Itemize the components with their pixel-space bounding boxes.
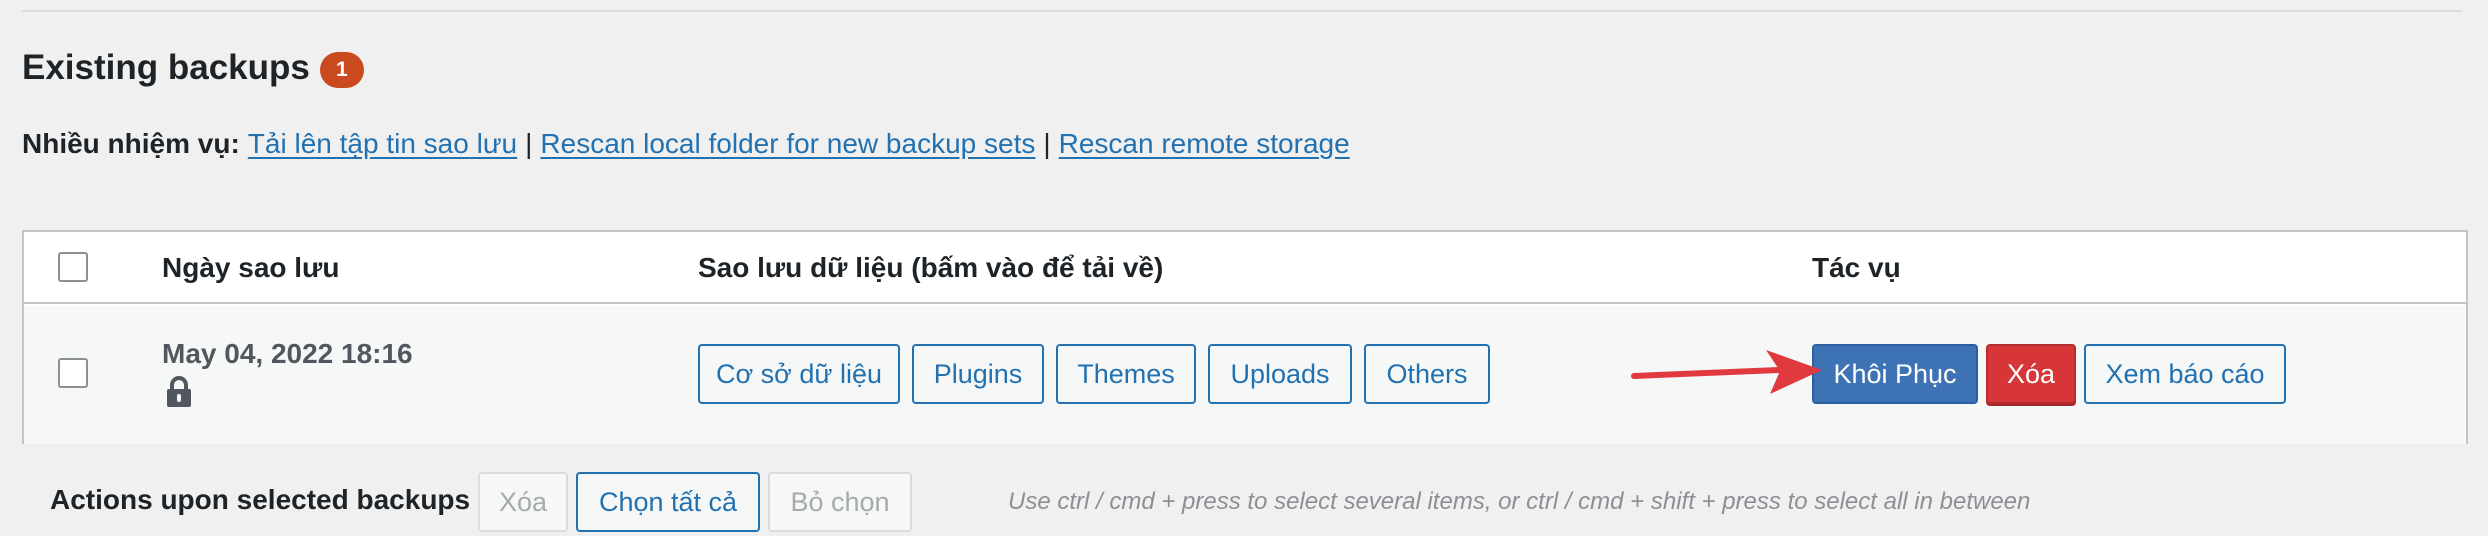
column-header-data: Sao lưu dữ liệu (bấm vào để tải về) bbox=[698, 252, 1164, 283]
database-download-button[interactable]: Cơ sở dữ liệu bbox=[698, 344, 900, 404]
column-header-actions: Tác vụ bbox=[1812, 252, 1901, 283]
page-title: Existing backups bbox=[22, 48, 310, 87]
rescan-local-link[interactable]: Rescan local folder for new backup sets bbox=[540, 128, 1035, 160]
selection-hint: Use ctrl / cmd + press to select several… bbox=[1008, 488, 2031, 515]
backup-count-badge: 1 bbox=[319, 52, 364, 88]
plugins-download-button[interactable]: Plugins bbox=[912, 344, 1044, 404]
themes-download-button[interactable]: Themes bbox=[1056, 344, 1196, 404]
bulk-actions-label: Actions upon selected backups bbox=[50, 484, 471, 515]
upload-backup-link[interactable]: Tải lên tập tin sao lưu bbox=[248, 128, 517, 160]
top-divider bbox=[22, 10, 2462, 12]
lock-icon bbox=[166, 376, 192, 408]
separator: | bbox=[525, 128, 533, 159]
select-all-button[interactable]: Chọn tất cả bbox=[576, 472, 760, 532]
uploads-download-button[interactable]: Uploads bbox=[1208, 344, 1352, 404]
select-all-checkbox[interactable] bbox=[58, 252, 88, 282]
restore-button[interactable]: Khôi Phục bbox=[1812, 344, 1978, 404]
deselect-button[interactable]: Bỏ chọn bbox=[768, 472, 912, 532]
column-header-date: Ngày sao lưu bbox=[162, 252, 340, 283]
annotation-arrow bbox=[1631, 350, 1822, 394]
backups-table: Ngày sao lưu Sao lưu dữ liệu (bấm vào để… bbox=[22, 230, 2468, 444]
table-row: May 04, 2022 18:16 Cơ sở dữ liệu Plugins… bbox=[24, 306, 2466, 444]
row-checkbox[interactable] bbox=[58, 358, 88, 388]
rescan-remote-link[interactable]: Rescan remote storage bbox=[1059, 128, 1350, 160]
separator: | bbox=[1043, 128, 1051, 159]
backup-date: May 04, 2022 18:16 bbox=[162, 338, 413, 369]
tasks-label: Nhiều nhiệm vụ: bbox=[22, 128, 240, 159]
delete-button[interactable]: Xóa bbox=[1986, 344, 2076, 404]
bulk-delete-button[interactable]: Xóa bbox=[478, 472, 568, 532]
section-heading: Existing backups 1 bbox=[22, 44, 364, 92]
view-log-button[interactable]: Xem báo cáo bbox=[2084, 344, 2286, 404]
table-header: Ngày sao lưu Sao lưu dữ liệu (bấm vào để… bbox=[24, 232, 2466, 304]
others-download-button[interactable]: Others bbox=[1364, 344, 1490, 404]
tasks-bar: Nhiều nhiệm vụ: Tải lên tập tin sao lưu … bbox=[22, 124, 1350, 164]
